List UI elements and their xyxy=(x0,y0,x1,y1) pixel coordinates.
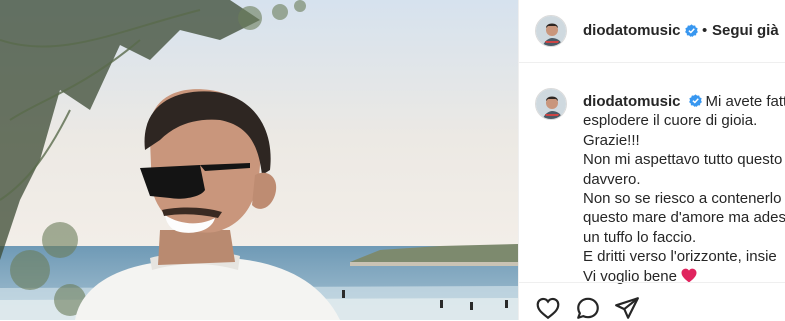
post-sidebar: diodatomusic • Segui già diodatomusic Mi … xyxy=(518,0,785,320)
caption-avatar[interactable] xyxy=(535,88,567,120)
caption-line: E dritti verso l'orizzonte, insie xyxy=(583,248,777,266)
caption-line: Non mi aspettavo tutto questo xyxy=(583,151,783,169)
caption-line: un tuffo lo faccio. xyxy=(583,228,697,246)
red-heart-emoji-icon xyxy=(681,268,697,283)
caption-line: Non so se riesco a contenerlo xyxy=(583,190,782,208)
caption-line: davvero. xyxy=(583,170,641,188)
verified-badge-icon xyxy=(688,94,702,107)
post-photo[interactable] xyxy=(0,0,518,320)
separator-dot: • xyxy=(702,22,708,39)
post-header: diodatomusic • Segui già xyxy=(519,0,785,63)
caption-line: Grazie!!! xyxy=(583,131,640,149)
caption-text: diodatomusic Mi avete fatt esplodere il c… xyxy=(583,92,785,286)
verified-badge-icon xyxy=(685,24,698,37)
caption-username[interactable]: diodatomusic xyxy=(583,93,681,110)
heart-icon[interactable] xyxy=(535,295,561,321)
action-bar xyxy=(519,282,785,321)
paper-plane-icon[interactable] xyxy=(614,295,640,321)
following-button[interactable]: Segui già xyxy=(712,22,779,39)
username[interactable]: diodatomusic xyxy=(583,22,681,39)
caption-line-text: Mi avete fatt xyxy=(705,93,785,110)
caption-line: diodatomusic Mi avete fatt xyxy=(583,92,785,111)
comment-bubble-icon[interactable] xyxy=(575,295,601,321)
avatar[interactable] xyxy=(535,15,567,47)
caption-line: questo mare d'amore ma ades xyxy=(583,209,785,227)
caption-line: esplodere il cuore di gioia. xyxy=(583,112,758,130)
